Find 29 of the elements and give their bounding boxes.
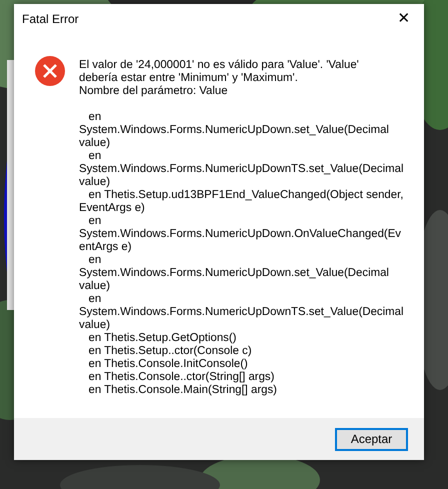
- message-line: Nombre del parámetro: Value: [79, 85, 229, 98]
- error-icon: [35, 56, 65, 86]
- stack-trace-line: en Thetis.Setup.ud13BPF1End_ValueChanged(Object sender,: [87, 189, 404, 202]
- stack-trace-line: System.Windows.Forms.NumericUpDownTS.set_Value(Decimal: [79, 306, 404, 319]
- window-title: Fatal Error: [22, 11, 79, 28]
- stack-trace-line: en: [87, 293, 102, 306]
- stack-trace-line: en Thetis.Console..ctor(String[] args): [87, 371, 276, 384]
- stack-trace-line: en Thetis.Console.Main(String[] args): [87, 384, 278, 397]
- stack-trace-line: en Thetis.Setup..ctor(Console c): [87, 345, 253, 358]
- accept-button[interactable]: Aceptar: [335, 428, 408, 450]
- stack-trace-line: System.Windows.Forms.NumericUpDown.OnValueChanged(Ev: [79, 228, 402, 241]
- close-button[interactable]: ✕: [384, 4, 424, 34]
- message-line: debería estar entre 'Minimum' y 'Maximum'.: [79, 72, 299, 85]
- stack-trace-line: en Thetis.Console.InitConsole(): [87, 358, 249, 371]
- stack-trace-line: en: [87, 254, 102, 267]
- stack-trace-line: entArgs e): [79, 241, 133, 254]
- stack-trace-line: en: [87, 111, 102, 124]
- stack-trace-line: EventArgs e): [79, 202, 146, 215]
- stack-trace-line: value): [79, 280, 112, 293]
- stack-trace-line: System.Windows.Forms.NumericUpDown.set_Value(Decimal: [79, 267, 390, 280]
- stack-trace-line: value): [79, 319, 112, 332]
- stack-trace-line: en Thetis.Setup.GetOptions(): [87, 332, 238, 345]
- stack-trace-line: System.Windows.Forms.NumericUpDown.set_Value(Decimal: [79, 124, 390, 137]
- stack-trace-line: value): [79, 137, 112, 150]
- stack-trace-line: en: [87, 215, 102, 228]
- stack-trace-line: en: [87, 150, 102, 163]
- message-line: El valor de '24,000001' no es válido para 'Value'. 'Value': [79, 59, 360, 72]
- stack-trace-line: System.Windows.Forms.NumericUpDownTS.set_Value(Decimal: [79, 163, 404, 176]
- stack-trace-line: value): [79, 176, 112, 189]
